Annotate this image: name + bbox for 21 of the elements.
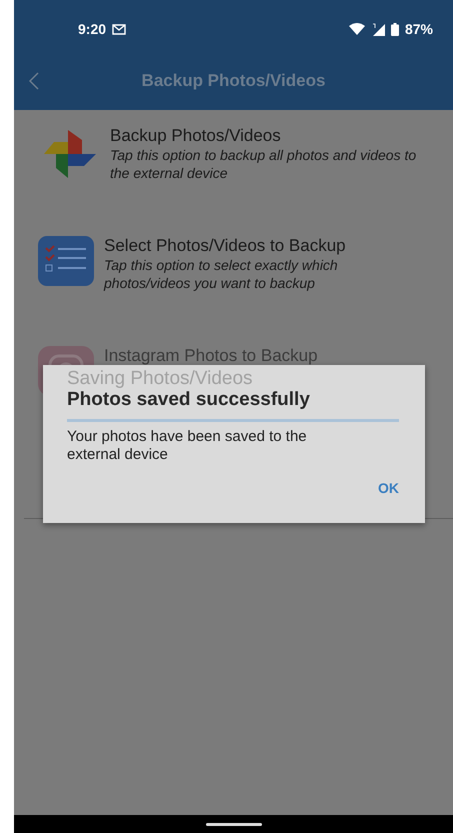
option-title: Instagram Photos to Backup	[104, 346, 318, 366]
option-title: Select Photos/Videos to Backup	[104, 236, 347, 256]
option-item[interactable]: Backup Photos/Videos Tap this option to backup all photos and videos to the external device	[14, 124, 453, 234]
screen-title: Backup Photos/Videos	[140, 71, 326, 91]
faded-dialog-title: Saving Photos/Videos	[67, 369, 254, 389]
ok-button[interactable]: OK	[378, 478, 399, 498]
option-item[interactable]: Select Photos/Videos to Backup Tap this option to select exactly which photos/videos you want to backup	[14, 234, 453, 344]
dialog-title: Photos saved successfully	[67, 389, 311, 411]
option-description: Tap this option to backup all photos and videos to the external device	[110, 146, 418, 182]
battery-icon	[390, 22, 399, 36]
status-time: 9:20	[78, 21, 106, 37]
mail-icon	[112, 24, 126, 34]
battery-percent: 87%	[404, 21, 433, 37]
wifi-icon	[348, 23, 365, 35]
signal-icon	[370, 22, 385, 36]
home-indicator[interactable]	[206, 822, 262, 826]
dialog-message: Your photos have been saved to the external device	[67, 428, 308, 464]
option-title: Backup Photos/Videos	[110, 126, 282, 146]
checklist-icon	[38, 236, 94, 286]
back-icon[interactable]	[29, 72, 39, 90]
option-description: Tap this option to select exactly which photos/videos you want to backup	[104, 256, 339, 292]
